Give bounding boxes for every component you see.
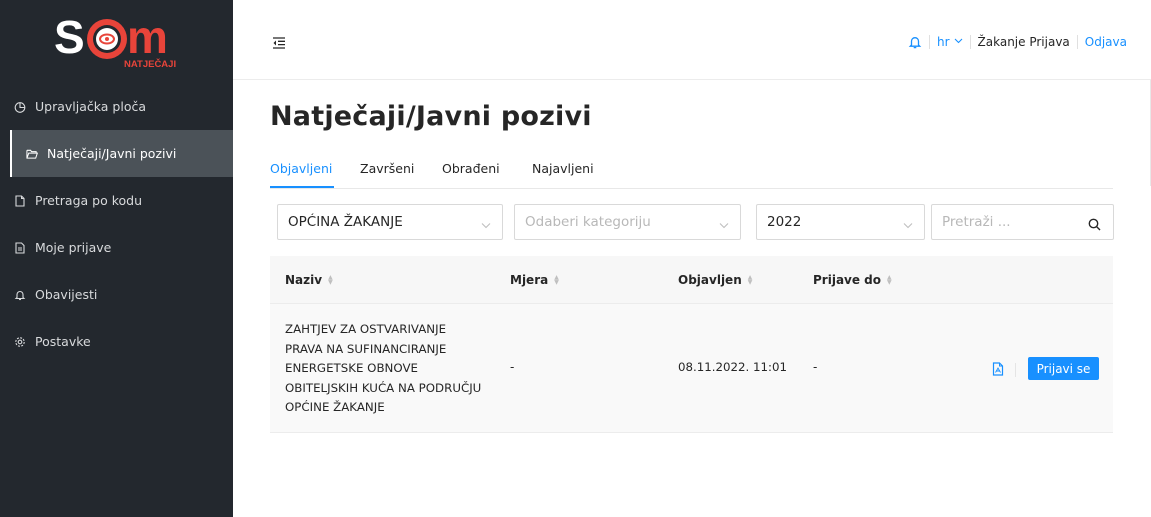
divider (969, 35, 971, 49)
dashboard-icon (14, 101, 26, 113)
language-value: hr (936, 35, 950, 49)
column-header-prijave-do[interactable]: Prijave do ▲ ▼ (813, 273, 892, 287)
chevron-down-icon (903, 217, 913, 233)
table-header: Naziv ▲ ▼ Mjera ▲ ▼ Objavljen ▲ ▼ Prijave d… (270, 256, 1113, 304)
sidebar-menu: Upravljačka ploča Natječaji/Javni pozivi… (0, 83, 233, 365)
year-value: 2022 (767, 214, 802, 230)
gear-icon (14, 336, 26, 348)
municipality-value: OPĆINA ŽAKANJE (288, 214, 403, 230)
pdf-document-icon[interactable] (992, 361, 1004, 380)
folder-open-icon (26, 148, 38, 160)
page-title: Natječaji/Javni pozivi (270, 101, 592, 132)
competitions-table: Naziv ▲ ▼ Mjera ▲ ▼ Objavljen ▲ ▼ Prijave d… (270, 256, 1113, 433)
header-actions: hr Žakanje Prijava Odjava (908, 35, 1127, 49)
year-select[interactable]: 2022 (756, 204, 925, 240)
sidebar-item-label: Natječaji/Javni pozivi (47, 146, 177, 161)
column-label: Mjera (510, 273, 549, 287)
logout-link[interactable]: Odjava (1085, 35, 1127, 49)
column-header-naziv[interactable]: Naziv ▲ ▼ (285, 273, 333, 287)
svg-text:S: S (54, 11, 85, 63)
sidebar-item-label: Upravljačka ploča (35, 99, 146, 114)
sidebar-item-natjecaji[interactable]: Natječaji/Javni pozivi (10, 130, 233, 177)
chevron-down-icon (481, 217, 491, 233)
divider (928, 35, 930, 49)
column-label: Objavljen (678, 273, 742, 287)
apply-button[interactable]: Prijavi se (1028, 357, 1099, 380)
column-label: Prijave do (813, 273, 882, 287)
sidebar-item-label: Pretraga po kodu (35, 193, 142, 208)
cell-objavljen: 08.11.2022. 11:01 (678, 360, 788, 374)
chevron-down-icon (954, 37, 963, 47)
column-label: Naziv (285, 273, 323, 287)
notifications-bell-icon[interactable] (908, 35, 922, 49)
sort-icon: ▲ ▼ (887, 274, 892, 286)
app-logo[interactable]: S m NATJEČAJI (0, 0, 233, 80)
sidebar-item-label: Moje prijave (35, 240, 112, 255)
svg-text:m: m (127, 11, 168, 63)
table-row: ZAHTJEV ZA OSTVARIVANJE PRAVA NA SUFINAN… (270, 304, 1113, 433)
column-header-objavljen[interactable]: Objavljen ▲ ▼ (678, 273, 752, 287)
sidebar-item-moje-prijave[interactable]: Moje prijave (0, 224, 233, 271)
tab-najavljeni[interactable]: Najavljeni (532, 161, 594, 176)
menu-collapse-icon[interactable] (272, 34, 288, 49)
sidebar-item-dashboard[interactable]: Upravljačka ploča (0, 83, 233, 130)
language-selector[interactable]: hr (937, 35, 963, 49)
sidebar: S m NATJEČAJI Upravljačka ploča Natječaj… (0, 0, 233, 517)
svg-text:NATJEČAJI: NATJEČAJI (124, 58, 176, 70)
tab-obradeni[interactable]: Obrađeni (442, 161, 500, 176)
sidebar-item-pretraga[interactable]: Pretraga po kodu (0, 177, 233, 224)
divider (1076, 35, 1078, 49)
cell-prijave-do: - (813, 360, 818, 374)
sidebar-item-label: Postavke (35, 334, 91, 349)
user-name: Žakanje Prijava (977, 35, 1070, 49)
divider (1015, 363, 1016, 377)
sort-icon: ▲ ▼ (554, 274, 559, 286)
tab-objavljeni[interactable]: Objavljeni (270, 161, 332, 176)
cell-mjera: - (510, 360, 515, 374)
cell-naziv: ZAHTJEV ZA OSTVARIVANJE PRAVA NA SUFINAN… (285, 322, 482, 414)
top-header: hr Žakanje Prijava Odjava (233, 0, 1151, 80)
municipality-select[interactable]: OPĆINA ŽAKANJE (277, 204, 503, 240)
file-icon (14, 194, 26, 207)
sidebar-item-label: Obavijesti (35, 287, 98, 302)
search-icon[interactable] (1088, 216, 1101, 235)
column-header-mjera[interactable]: Mjera ▲ ▼ (510, 273, 559, 287)
chevron-down-icon (719, 217, 729, 233)
sort-icon: ▲ ▼ (747, 274, 753, 286)
file-text-icon (14, 241, 26, 254)
active-tab-indicator (270, 186, 334, 188)
sidebar-item-obavijesti[interactable]: Obavijesti (0, 271, 233, 318)
tab-bar: Objavljeni Završeni Obrađeni Najavljeni (270, 158, 1113, 189)
sidebar-item-postavke[interactable]: Postavke (0, 318, 233, 365)
bell-icon (14, 289, 26, 301)
logo-icon: S m NATJEČAJI (54, 11, 176, 70)
category-placeholder: Odaberi kategoriju (525, 214, 651, 230)
search-input[interactable] (942, 205, 1082, 239)
sort-icon: ▲ ▼ (328, 274, 333, 286)
search-box (931, 204, 1114, 240)
tab-zavrseni[interactable]: Završeni (360, 161, 414, 176)
category-select[interactable]: Odaberi kategoriju (514, 204, 741, 240)
